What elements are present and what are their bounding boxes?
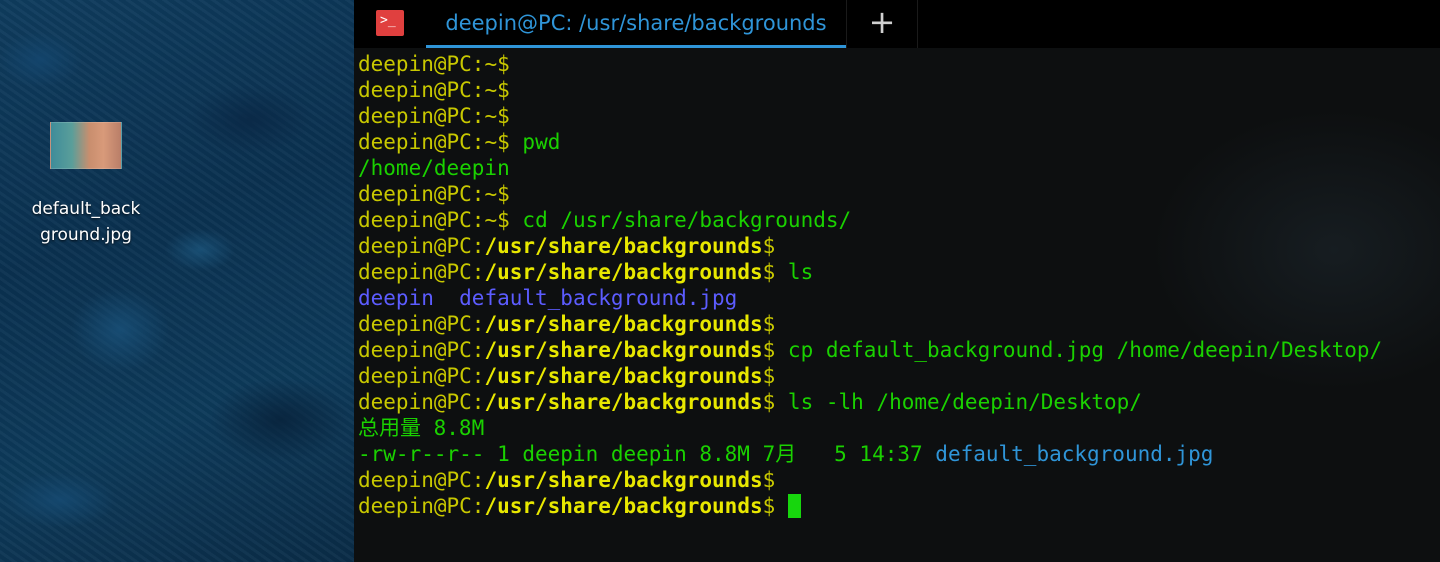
terminal-line: -rw-r--r-- 1 deepin deepin 8.8M 7月 5 14:… (358, 441, 1434, 467)
terminal-output[interactable]: deepin@PC:~$ deepin@PC:~$ deepin@PC:~$ deep… (358, 51, 1434, 519)
terminal-line: deepin@PC:~$ (358, 104, 510, 128)
prompt-user: deepin@PC (358, 104, 472, 128)
output-text: 总用量 8.8M (358, 416, 485, 440)
terminal-line: deepin@PC:~$ (358, 182, 510, 206)
tab-active[interactable]: deepin@PC: /usr/share/backgrounds (426, 0, 846, 48)
prompt-user: deepin@PC (358, 312, 472, 336)
terminal-line: deepin default_background.jpg (358, 285, 1434, 311)
ls-file: default_background.jpg (459, 286, 738, 310)
terminal-line: deepin@PC:/usr/share/backgrounds$ (358, 493, 1434, 519)
terminal-line: deepin@PC:/usr/share/backgrounds$ (358, 468, 776, 492)
prompt-user: deepin@PC (358, 182, 472, 206)
command-text: cp default_background.jpg /home/deepin/D… (787, 338, 1383, 362)
prompt-path: /usr/share/backgrounds (484, 364, 763, 388)
terminal-line: deepin@PC:~$ (358, 52, 510, 76)
terminal-line: 总用量 8.8M (358, 415, 1434, 441)
prompt-path: ~ (484, 208, 498, 232)
terminal-line: /home/deepin (358, 155, 1434, 181)
command-text: pwd (522, 130, 561, 154)
terminal-line: deepin@PC:~$ cd /usr/share/backgrounds/ (358, 208, 852, 232)
image-thumbnail-icon[interactable] (50, 122, 122, 169)
prompt-user: deepin@PC (358, 338, 472, 362)
terminal-tab-bar: >_ deepin@PC: /usr/share/backgrounds + (354, 0, 1440, 48)
terminal-line: deepin@PC:/usr/share/backgrounds$ (358, 234, 776, 258)
prompt-user: deepin@PC (358, 390, 472, 414)
prompt-user: deepin@PC (358, 468, 472, 492)
prompt-path: ~ (484, 130, 498, 154)
output-text: /home/deepin (358, 156, 510, 180)
terminal-cursor (787, 494, 801, 518)
command-text: ls -lh /home/deepin/Desktop/ (787, 390, 1142, 414)
terminal-app-icon[interactable]: >_ (376, 10, 404, 36)
terminal-line: deepin@PC:/usr/share/backgrounds$ (358, 312, 776, 336)
terminal-line: deepin@PC:~$ (358, 78, 510, 102)
prompt-path: ~ (484, 78, 498, 102)
prompt-path: ~ (484, 104, 498, 128)
terminal-line: deepin@PC:/usr/share/backgrounds$ cp def… (358, 338, 1383, 362)
prompt-user: deepin@PC (358, 78, 472, 102)
prompt-path: /usr/share/backgrounds (484, 338, 763, 362)
prompt-user: deepin@PC (358, 234, 472, 258)
ls-long-filename: default_background.jpg (935, 442, 1214, 466)
new-tab-plus-icon[interactable]: + (864, 4, 900, 42)
terminal-line: deepin@PC:~$ pwd (358, 130, 561, 154)
prompt-path: ~ (484, 52, 498, 76)
prompt-user: deepin@PC (358, 364, 472, 388)
command-text: ls (787, 260, 814, 284)
prompt-path: /usr/share/backgrounds (484, 390, 763, 414)
terminal-line: deepin@PC:/usr/share/backgrounds$ ls (358, 260, 814, 284)
prompt-path: /usr/share/backgrounds (484, 260, 763, 284)
prompt-user: deepin@PC (358, 208, 472, 232)
prompt-path: ~ (484, 182, 498, 206)
prompt-path: /usr/share/backgrounds (484, 494, 763, 518)
terminal-line: deepin@PC:/usr/share/backgrounds$ (358, 364, 776, 388)
terminal-window[interactable]: >_ deepin@PC: /usr/share/backgrounds + d… (354, 0, 1440, 562)
desktop-background: default_back ground.jpg (0, 0, 354, 562)
prompt-user: deepin@PC (358, 494, 472, 518)
ls-long-info: -rw-r--r-- 1 deepin deepin 8.8M 7月 5 14:… (358, 442, 936, 466)
prompt-user: deepin@PC (358, 130, 472, 154)
desktop-file-default-background[interactable]: default_back ground.jpg (22, 122, 150, 248)
desktop-file-label[interactable]: default_back ground.jpg (31, 196, 141, 248)
prompt-user: deepin@PC (358, 260, 472, 284)
prompt-user: deepin@PC (358, 52, 472, 76)
terminal-line: deepin@PC:/usr/share/backgrounds$ ls -lh… (358, 390, 1142, 414)
command-text: cd /usr/share/backgrounds/ (522, 208, 852, 232)
ls-directory: deepin (358, 286, 434, 310)
prompt-path: /usr/share/backgrounds (484, 312, 763, 336)
prompt-path: /usr/share/backgrounds (484, 468, 763, 492)
prompt-path: /usr/share/backgrounds (484, 234, 763, 258)
